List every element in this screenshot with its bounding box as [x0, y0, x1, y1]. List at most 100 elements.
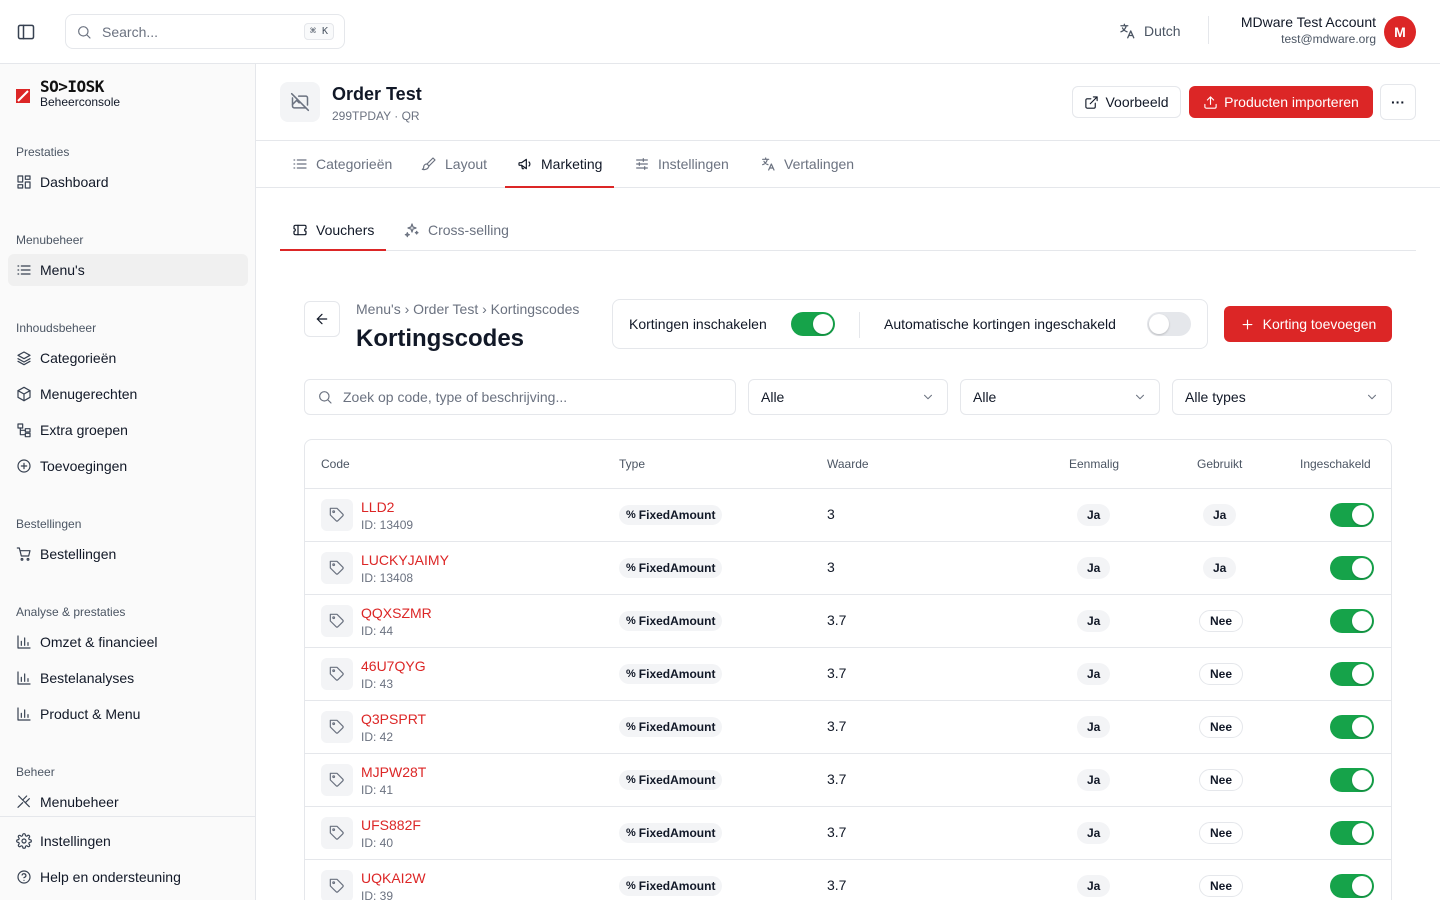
language-selector[interactable]: Dutch	[1118, 22, 1181, 40]
sidebar-item-instellingen[interactable]: Instellingen	[8, 825, 247, 857]
voucher-code-link[interactable]: UQKAI2W	[361, 870, 426, 886]
gear-icon	[16, 833, 32, 849]
more-options-button[interactable]: ···	[1380, 84, 1416, 120]
voucher-code-link[interactable]: LUCKYJAIMY	[361, 552, 449, 568]
voucher-code-link[interactable]: Q3PSPRT	[361, 711, 426, 727]
auto-discounts-toggle[interactable]	[1147, 312, 1191, 336]
tab-cross-selling[interactable]: Cross-selling	[404, 210, 509, 250]
add-discount-button[interactable]: Korting toevoegen	[1224, 306, 1392, 342]
tab-marketing[interactable]: Marketing	[504, 141, 616, 188]
type-label: FixedAmount	[638, 720, 716, 734]
tab-categorieen[interactable]: Categorieën	[292, 141, 392, 187]
main-tabs: Categorieën Layout Marketing Instellinge…	[256, 141, 1440, 188]
table-row[interactable]: UQKAI2W ID: 39% FixedAmount 3.7 Ja Nee	[305, 860, 1391, 900]
enabled-toggle[interactable]	[1330, 556, 1374, 580]
enabled-toggle[interactable]	[1330, 768, 1374, 792]
voucher-code-link[interactable]: MJPW28T	[361, 764, 426, 780]
sidebar-item-menubeheer[interactable]: Menubeheer	[8, 786, 248, 818]
enable-discounts-toggle[interactable]	[791, 312, 835, 336]
table-row[interactable]: LLD2 ID: 13409% FixedAmount 3 Ja Ja	[305, 489, 1391, 542]
sidebar-item-menugerechten[interactable]: Menugerechten	[8, 378, 248, 410]
sidebar-item-extra-groepen[interactable]: Extra groepen	[8, 414, 248, 446]
type-label: FixedAmount	[638, 508, 716, 522]
cart-icon	[16, 547, 31, 561]
enabled-toggle[interactable]	[1330, 874, 1374, 898]
enabled-toggle[interactable]	[1330, 715, 1374, 739]
voucher-value: 3.7	[827, 612, 847, 628]
column-header-type[interactable]: Type	[619, 440, 645, 489]
global-search-input[interactable]: Search... ⌘ K	[65, 14, 345, 49]
sidebar-item-product-menu[interactable]: Product & Menu	[8, 698, 248, 730]
sidebar-item-label: Help en ondersteuning	[40, 869, 181, 885]
logo[interactable]: SO>IOSK Beheerconsole	[16, 78, 120, 108]
tag-icon	[321, 764, 353, 796]
table-row[interactable]: UFS882F ID: 40% FixedAmount 3.7 Ja Nee	[305, 807, 1391, 860]
translate-icon	[762, 157, 775, 171]
tag-icon	[321, 817, 353, 849]
help-icon	[17, 870, 31, 884]
sidebar-item-bestelanalyses[interactable]: Bestelanalyses	[8, 662, 248, 694]
voucher-code-link[interactable]: UFS882F	[361, 817, 421, 833]
column-header-code[interactable]: Code	[321, 440, 350, 489]
tab-layout[interactable]: Layout	[421, 141, 487, 187]
sidebar-item-omzet[interactable]: Omzet & financieel	[8, 626, 248, 658]
list-icon	[17, 265, 31, 275]
voucher-id: ID: 39	[361, 889, 394, 900]
voucher-value: 3	[827, 559, 835, 575]
sidebar-item-menus[interactable]: Menu's	[8, 254, 248, 286]
nav-group-inhoudsbeheer: Inhoudsbeheer Categorieën Menugerechten …	[8, 318, 248, 482]
discount-search-input[interactable]: Zoek op code, type of beschrijving...	[304, 379, 736, 415]
sidebar-item-help[interactable]: Help en ondersteuning	[8, 861, 247, 893]
sidebar-item-dashboard[interactable]: Dashboard	[8, 166, 248, 198]
sidebar-item-label: Menubeheer	[40, 794, 119, 810]
voucher-value: 3.7	[827, 665, 847, 681]
table-row[interactable]: 46U7QYG ID: 43% FixedAmount 3.7 Ja Nee	[305, 648, 1391, 701]
once-badge: Ja	[1077, 875, 1111, 897]
sidebar-item-categorieen[interactable]: Categorieën	[8, 342, 248, 374]
filter-select-1[interactable]: Alle	[748, 379, 948, 415]
voucher-code-link[interactable]: QQXSZMR	[361, 605, 432, 621]
tab-vertalingen[interactable]: Vertalingen	[760, 141, 854, 187]
column-header-once[interactable]: Eenmalig	[1069, 440, 1119, 489]
voucher-id: ID: 41	[361, 783, 394, 797]
sidebar-item-label: Omzet & financieel	[40, 634, 158, 650]
column-header-enabled[interactable]: Ingeschakeld	[1300, 440, 1371, 489]
voucher-code-link[interactable]: LLD2	[361, 499, 394, 515]
percent-icon: %	[626, 880, 636, 892]
enabled-toggle[interactable]	[1330, 662, 1374, 686]
enabled-toggle[interactable]	[1330, 609, 1374, 633]
type-badge: % FixedAmount	[619, 664, 723, 684]
table-row[interactable]: MJPW28T ID: 41% FixedAmount 3.7 Ja Nee	[305, 754, 1391, 807]
voucher-code-link[interactable]: 46U7QYG	[361, 658, 426, 674]
enabled-toggle[interactable]	[1330, 503, 1374, 527]
sidebar-toggle-icon[interactable]	[16, 22, 36, 42]
upload-icon	[1204, 95, 1217, 109]
sidebar-item-label: Bestellingen	[40, 546, 117, 562]
sidebar-item-toevoegingen[interactable]: Toevoegingen	[8, 450, 248, 482]
tab-instellingen[interactable]: Instellingen	[634, 141, 729, 187]
tab-vouchers[interactable]: Vouchers	[279, 210, 387, 251]
enabled-toggle[interactable]	[1330, 821, 1374, 845]
import-products-button[interactable]: Producten importeren	[1189, 86, 1373, 118]
avatar[interactable]: M	[1384, 16, 1416, 48]
column-header-value[interactable]: Waarde	[827, 440, 869, 489]
table-row[interactable]: LUCKYJAIMY ID: 13408% FixedAmount 3 Ja Ja	[305, 542, 1391, 595]
table-row[interactable]: Q3PSPRT ID: 42% FixedAmount 3.7 Ja Nee	[305, 701, 1391, 754]
table-row[interactable]: QQXSZMR ID: 44% FixedAmount 3.7 Ja Nee	[305, 595, 1391, 648]
nav-group-prestaties: Prestaties Dashboard	[8, 142, 248, 198]
sidebar-item-bestellingen[interactable]: Bestellingen	[8, 538, 248, 570]
used-badge: Nee	[1199, 610, 1244, 632]
filter-select-2[interactable]: Alle	[960, 379, 1160, 415]
tag-icon	[321, 499, 353, 531]
back-button[interactable]	[304, 301, 340, 337]
percent-icon: %	[626, 615, 636, 627]
column-header-used[interactable]: Gebruikt	[1197, 440, 1242, 489]
bar-chart-icon	[17, 671, 31, 685]
tab-label: Instellingen	[658, 156, 729, 172]
filter-select-type[interactable]: Alle types	[1172, 379, 1392, 415]
preview-button[interactable]: Voorbeeld	[1072, 86, 1181, 118]
sidebar-item-label: Bestelanalyses	[40, 670, 135, 686]
account-info[interactable]: MDware Test Account test@mdware.org	[1241, 14, 1376, 46]
logo-text: SO>IOSK	[40, 77, 104, 96]
tab-label: Marketing	[541, 156, 603, 172]
